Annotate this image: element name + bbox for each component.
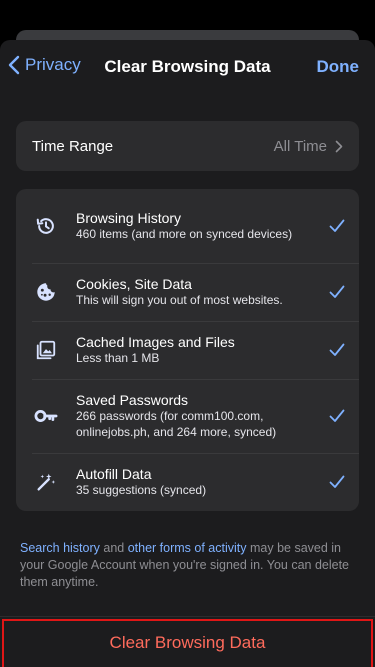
time-range-row[interactable]: Time Range All Time (16, 121, 359, 171)
item-title: Cookies, Site Data (76, 276, 192, 292)
chevron-left-icon (8, 55, 20, 75)
checkmark-icon (329, 409, 345, 422)
back-button-label: Privacy (25, 55, 81, 74)
done-button[interactable]: Done (317, 57, 360, 77)
footer-note: Search history and other forms of activi… (20, 540, 359, 591)
clear-browsing-data-sheet: Privacy Clear Browsing Data Done Time Ra… (0, 40, 375, 667)
list-item-cached-images[interactable]: Cached Images and Files Less than 1 MB (16, 321, 359, 379)
list-item-autofill-data[interactable]: Autofill Data 35 suggestions (synced) (16, 453, 359, 511)
back-button[interactable]: Privacy (8, 55, 81, 75)
search-history-link[interactable]: Search history (20, 541, 100, 555)
data-types-list: Browsing History 460 items (and more on … (16, 189, 359, 511)
cookie-icon (34, 280, 58, 304)
item-subtitle: 266 passwords (for comm100.com, onlinejo… (76, 409, 277, 439)
checkmark-icon (329, 475, 345, 488)
time-range-value: All Time (273, 137, 327, 155)
clear-button-label: Clear Browsing Data (109, 632, 266, 652)
other-activity-link[interactable]: other forms of activity (128, 541, 247, 555)
item-title: Saved Passwords (76, 392, 189, 408)
footer-text-and: and (99, 541, 128, 555)
item-title: Browsing History (76, 210, 182, 226)
item-subtitle: 35 suggestions (synced) (76, 483, 207, 497)
list-item-browsing-history[interactable]: Browsing History 460 items (and more on … (16, 189, 359, 263)
item-subtitle: Less than 1 MB (76, 351, 160, 365)
image-icon (34, 338, 58, 362)
item-subtitle: 460 items (and more on synced devices) (76, 227, 293, 241)
time-range-label: Time Range (32, 137, 114, 155)
item-subtitle: This will sign you out of most websites. (76, 293, 283, 307)
navigation-bar: Privacy Clear Browsing Data Done (0, 40, 375, 96)
key-icon (34, 404, 58, 428)
item-title: Autofill Data (76, 466, 152, 482)
magic-wand-icon (34, 470, 58, 494)
checkmark-icon (329, 285, 345, 298)
chevron-right-icon (335, 140, 343, 152)
history-icon (34, 214, 58, 238)
item-title: Cached Images and Files (76, 334, 235, 350)
checkmark-icon (329, 219, 345, 232)
checkmark-icon (329, 343, 345, 356)
list-item-saved-passwords[interactable]: Saved Passwords 266 passwords (for comm1… (16, 379, 359, 453)
list-item-cookies[interactable]: Cookies, Site Data This will sign you ou… (16, 263, 359, 321)
clear-browsing-data-button[interactable]: Clear Browsing Data (0, 616, 375, 667)
